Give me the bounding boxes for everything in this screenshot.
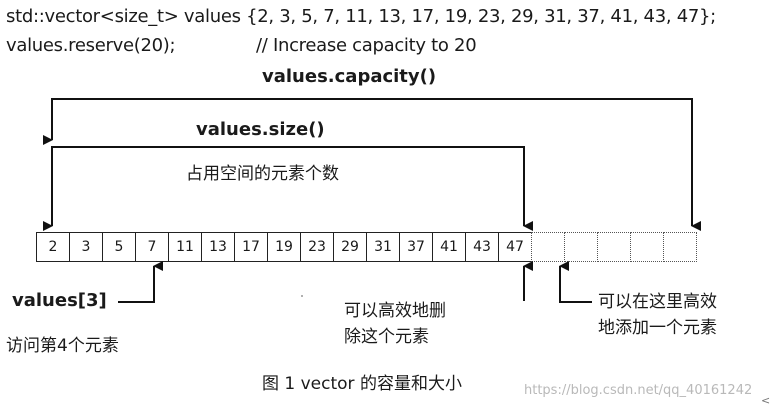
- stray-dot: [301, 295, 303, 297]
- size-bracket-arrow: [43, 146, 533, 231]
- arrows-layer: [43, 98, 701, 303]
- index-arrow: [118, 261, 163, 303]
- capacity-bracket-arrow: [43, 98, 701, 231]
- add-arrow: [559, 261, 592, 303]
